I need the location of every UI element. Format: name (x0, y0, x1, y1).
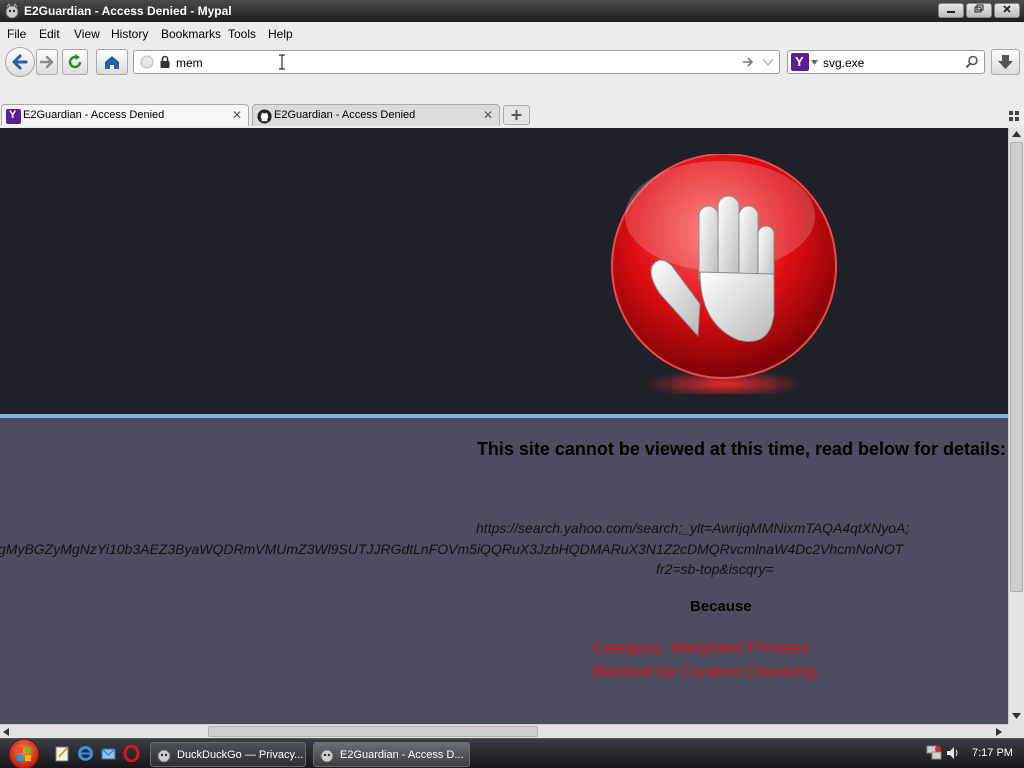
horizontal-scrollbar[interactable] (0, 724, 1008, 738)
blocked-url-line: gMyBGZyMgNzYi10b3AEZ3ByaWQDRmVMUmZ3Wl9SU… (0, 541, 904, 557)
yahoo-icon[interactable]: Y (791, 53, 809, 71)
page-hero (0, 128, 1008, 414)
search-input[interactable]: svg.exe (823, 56, 864, 70)
back-arrow-icon (12, 54, 28, 70)
dropdown-arrow-icon[interactable] (762, 58, 774, 66)
menu-file[interactable]: File (7, 27, 26, 41)
site-identity-icon[interactable] (140, 55, 154, 69)
block-category: Category: Weighted Phrases (592, 638, 810, 657)
forward-arrow-icon (39, 55, 54, 69)
text-cursor-icon (279, 54, 285, 70)
scroll-down-icon[interactable] (1012, 713, 1021, 719)
home-icon (105, 56, 119, 69)
menu-bookmarks[interactable]: Bookmarks (161, 27, 221, 41)
block-reason: Blocked by Content Checking. (592, 662, 820, 681)
tab-close-icon[interactable]: ✕ (483, 108, 493, 122)
minimize-button[interactable] (938, 3, 964, 18)
lock-icon (160, 55, 170, 68)
address-input[interactable]: mem (176, 56, 203, 70)
tab-label: E2Guardian - Access Denied (23, 109, 165, 121)
menu-view[interactable]: View (74, 27, 100, 41)
tab-label: E2Guardian - Access Denied (274, 109, 416, 121)
forward-button[interactable] (36, 49, 58, 75)
close-icon (1003, 5, 1011, 13)
reload-icon (68, 54, 82, 69)
restore-button[interactable] (966, 3, 992, 18)
menu-tools[interactable]: Tools (228, 27, 256, 41)
close-window-button[interactable] (994, 3, 1020, 18)
address-bar[interactable]: mem (133, 50, 780, 74)
page-content: This site cannot be viewed at this time,… (0, 128, 1008, 724)
taskbar-item-label: DuckDuckGo — Privacy... (177, 749, 304, 761)
scrollbar-corner (1008, 724, 1024, 738)
download-icon (998, 55, 1013, 69)
menu-bar: File Edit View History Bookmarks Tools H… (0, 22, 1024, 44)
github-icon (257, 109, 272, 124)
restore-icon (974, 4, 984, 13)
taskbar-item-label: E2Guardian - Access D... (340, 749, 464, 761)
accent-divider (0, 414, 1008, 418)
menu-help[interactable]: Help (268, 27, 293, 41)
e2guardian-app-icon (320, 749, 334, 763)
stop-hand-icon (611, 154, 837, 394)
menu-history[interactable]: History (111, 27, 148, 41)
reload-button[interactable] (62, 49, 88, 75)
notepad-icon[interactable] (54, 745, 71, 762)
blocked-url-line: https://search.yahoo.com/search;_ylt=Awr… (476, 520, 910, 536)
window-titlebar: E2Guardian - Access Denied - Mypal (0, 0, 1024, 22)
taskbar: DuckDuckGo — Privacy... E2Guardian - Acc… (0, 738, 1024, 768)
search-engine-dropdown-icon[interactable] (811, 60, 818, 65)
yahoo-icon: Y (6, 109, 21, 124)
tab-active[interactable]: Y E2Guardian - Access Denied ✕ (1, 104, 249, 126)
e2guardian-app-icon (157, 749, 171, 763)
browser-chrome: File Edit View History Bookmarks Tools H… (0, 22, 1024, 128)
windows-start-icon[interactable] (4, 738, 44, 768)
because-label: Because (690, 598, 752, 615)
blocked-url-line: fr2=sb-top&iscqry= (656, 561, 774, 577)
search-icon[interactable] (965, 55, 979, 69)
tray-volume-icon[interactable] (945, 744, 961, 762)
back-button[interactable] (5, 47, 35, 77)
window-title: E2Guardian - Access Denied - Mypal (24, 4, 232, 18)
scroll-right-icon[interactable] (996, 728, 1002, 736)
menu-edit[interactable]: Edit (39, 27, 60, 41)
opera-icon[interactable] (123, 745, 140, 762)
new-tab-button[interactable] (503, 105, 530, 125)
downloads-button[interactable] (991, 49, 1020, 75)
mail-icon[interactable] (100, 745, 117, 762)
tab-inactive[interactable]: E2Guardian - Access Denied ✕ (252, 104, 500, 126)
scroll-left-icon[interactable] (3, 728, 9, 736)
search-bar[interactable]: Y svg.exe (787, 50, 985, 74)
horizontal-scroll-thumb[interactable] (208, 726, 538, 737)
internet-explorer-icon[interactable] (77, 745, 94, 762)
minimize-icon (947, 11, 955, 13)
vertical-scrollbar[interactable] (1008, 128, 1024, 724)
tab-close-icon[interactable]: ✕ (232, 108, 242, 122)
tab-groups-icon[interactable] (1009, 111, 1019, 121)
plus-icon (511, 110, 522, 120)
e2guardian-app-icon (5, 3, 19, 19)
access-denied-headline: This site cannot be viewed at this time,… (476, 439, 1006, 459)
scroll-up-icon[interactable] (1012, 131, 1021, 137)
taskbar-item-duckduckgo[interactable]: DuckDuckGo — Privacy... (150, 742, 306, 767)
home-button[interactable] (96, 49, 128, 75)
taskbar-clock[interactable]: 7:17 PM (972, 747, 1013, 759)
go-arrow-icon[interactable] (741, 55, 755, 69)
taskbar-item-e2guardian[interactable]: E2Guardian - Access D... (313, 742, 470, 767)
vertical-scroll-thumb[interactable] (1010, 142, 1023, 592)
tray-network-icon[interactable] (926, 744, 942, 762)
